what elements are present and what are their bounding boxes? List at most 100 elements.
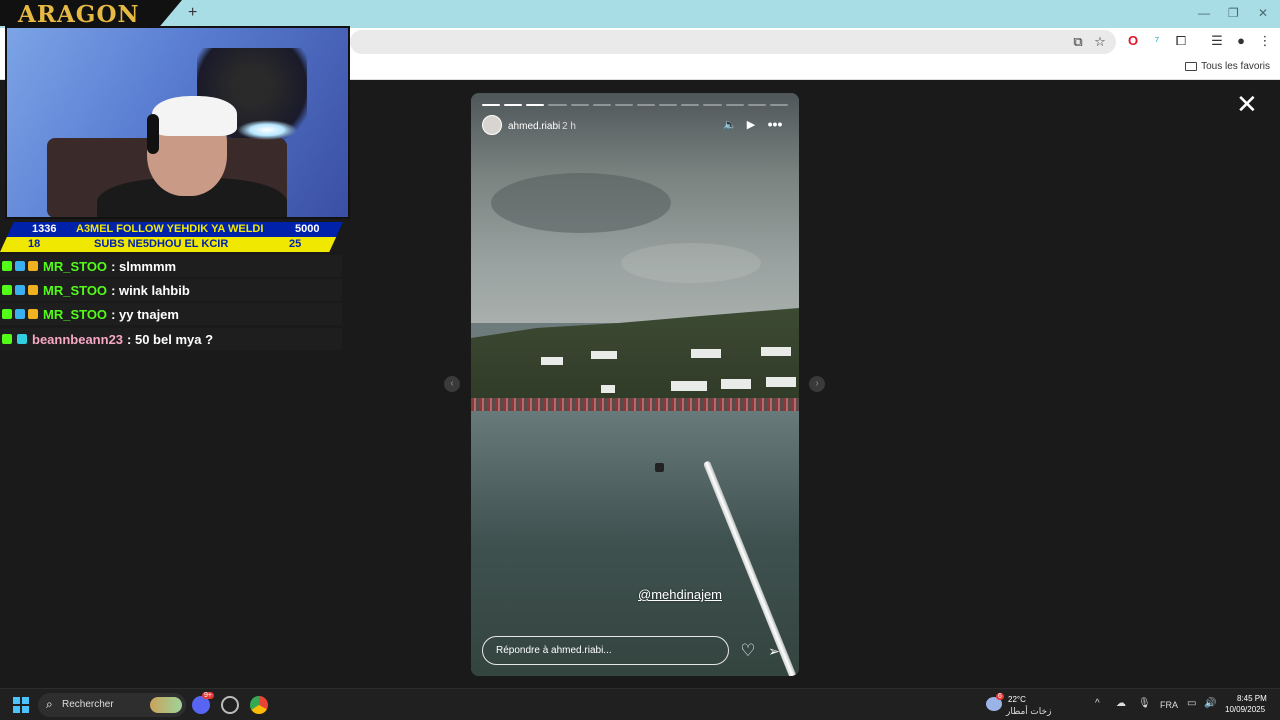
next-story-arrow-icon[interactable]: › bbox=[809, 376, 825, 392]
chat-text: : slmmmm bbox=[111, 258, 177, 274]
search-label: Rechercher bbox=[62, 699, 114, 710]
story-progress-segment bbox=[703, 104, 722, 106]
follow-count: 1336 bbox=[32, 223, 57, 235]
story-beach-crowd bbox=[471, 398, 799, 412]
story-progress-bar bbox=[482, 104, 788, 106]
subs-count: 18 bbox=[28, 238, 41, 250]
kick-badge-icon bbox=[2, 334, 12, 344]
speaker-icon[interactable]: 🔊 bbox=[1204, 698, 1216, 709]
chat-username: MR_STOO bbox=[43, 282, 108, 298]
chat-message: MR_STOO : yy tnajem bbox=[0, 303, 342, 325]
story-progress-segment bbox=[570, 104, 589, 106]
install-app-icon[interactable]: ⧉ bbox=[1070, 34, 1086, 50]
chat-text: : 50 bel mya ? bbox=[127, 331, 214, 347]
more-icon[interactable]: ••• bbox=[766, 117, 784, 131]
weather-description: زخات أمطار bbox=[1006, 706, 1052, 716]
windows-taskbar: ⌕ Rechercher 9+ 6 22°C زخات أمطار ^ ☁ 🎙 … bbox=[0, 688, 1280, 720]
story-house bbox=[591, 351, 617, 359]
all-bookmarks-button[interactable]: Tous les favoris bbox=[1185, 61, 1270, 72]
search-highlight-image bbox=[150, 697, 182, 713]
chrome-icon[interactable] bbox=[250, 696, 268, 714]
weather-alert-badge: 6 bbox=[996, 693, 1004, 700]
story-timestamp: 2 h bbox=[562, 121, 576, 132]
chat-username: beannbeann23 bbox=[32, 331, 124, 347]
stream-logo: ARAGON bbox=[0, 0, 182, 26]
vip-badge-icon bbox=[15, 285, 25, 295]
send-icon[interactable]: ➢ bbox=[765, 642, 783, 660]
chat-text: : wink lahbib bbox=[111, 282, 190, 298]
headset-icon bbox=[147, 114, 159, 154]
story-progress-segment bbox=[747, 104, 766, 106]
play-icon[interactable]: ▶ bbox=[744, 118, 758, 132]
address-bar[interactable]: ⧉ ☆ bbox=[350, 30, 1116, 54]
kick-badge-icon bbox=[2, 261, 12, 271]
onedrive-cloud-icon[interactable]: ☁ bbox=[1116, 698, 1126, 709]
sub-badge-icon bbox=[28, 261, 38, 271]
story-progress-segment bbox=[769, 104, 788, 106]
webcam-feed bbox=[5, 26, 350, 219]
story-cloud bbox=[491, 173, 671, 233]
story-frame[interactable]: ahmed.riabi 2 h 🔈 ▶ ••• @mehdinajem Répo… bbox=[471, 93, 799, 676]
story-progress-segment bbox=[725, 104, 744, 106]
follow-goal-row: 1336 A3MEL FOLLOW YEHDIK YA WELDI 5000 bbox=[0, 222, 343, 237]
chat-text: : yy tnajem bbox=[111, 306, 179, 322]
search-icon: ⌕ bbox=[46, 697, 53, 711]
browser-tab-bar: + — ❐ ✕ bbox=[0, 0, 1280, 28]
taskbar-search[interactable]: ⌕ Rechercher bbox=[38, 693, 186, 717]
story-username[interactable]: ahmed.riabi bbox=[508, 121, 560, 132]
story-house bbox=[601, 385, 615, 393]
translate-extension-icon[interactable]: ⁷ bbox=[1149, 33, 1165, 49]
avatar[interactable] bbox=[482, 115, 502, 135]
story-progress-segment bbox=[526, 104, 545, 106]
clock-date[interactable]: 10/09/2025 bbox=[1225, 705, 1265, 714]
chat-username: MR_STOO bbox=[43, 306, 108, 322]
close-window-icon[interactable]: ✕ bbox=[1258, 6, 1268, 20]
weather-widget[interactable]: 6 22°C زخات أمطار bbox=[986, 693, 1056, 719]
reply-input[interactable]: Répondre à ahmed.riabi... bbox=[482, 636, 729, 665]
discord-notification-badge: 9+ bbox=[202, 692, 214, 699]
previous-story-arrow-icon[interactable]: ‹ bbox=[444, 376, 460, 392]
sub-badge-icon bbox=[28, 285, 38, 295]
opera-extension-icon[interactable]: O bbox=[1125, 33, 1141, 49]
media-control-icon[interactable]: ☰ bbox=[1209, 33, 1225, 49]
follow-goal-text: A3MEL FOLLOW YEHDIK YA WELDI bbox=[76, 223, 264, 235]
chevron-up-icon[interactable]: ^ bbox=[1095, 698, 1100, 709]
profile-icon[interactable]: ● bbox=[1233, 33, 1249, 49]
story-progress-segment bbox=[614, 104, 633, 106]
story-progress-segment bbox=[592, 104, 611, 106]
network-icon[interactable]: ▭ bbox=[1187, 698, 1196, 709]
chat-username: MR_STOO bbox=[43, 258, 108, 274]
story-mention-tag[interactable]: @mehdinajem bbox=[638, 587, 722, 602]
story-cloud bbox=[621, 243, 761, 283]
new-tab-button[interactable]: + bbox=[188, 5, 197, 21]
streamer-cap bbox=[152, 96, 237, 136]
story-house bbox=[541, 357, 563, 365]
extensions-icon[interactable]: ⧠ bbox=[1173, 33, 1189, 49]
bookmark-star-icon[interactable]: ☆ bbox=[1092, 34, 1108, 50]
chat-message: MR_STOO : wink lahbib bbox=[0, 279, 342, 301]
story-progress-segment bbox=[659, 104, 678, 106]
windows-start-icon[interactable] bbox=[13, 697, 29, 713]
story-progress-segment bbox=[482, 104, 501, 106]
weather-temperature: 22°C bbox=[1008, 695, 1026, 704]
story-town bbox=[471, 343, 799, 403]
story-house bbox=[766, 377, 796, 387]
clock-time[interactable]: 8:45 PM bbox=[1237, 694, 1267, 703]
volume-icon[interactable]: 🔈 bbox=[723, 118, 737, 132]
stream-goal-banner: 1336 A3MEL FOLLOW YEHDIK YA WELDI 5000 1… bbox=[0, 222, 343, 252]
language-indicator[interactable]: FRA bbox=[1160, 700, 1178, 710]
menu-icon[interactable]: ⋮ bbox=[1257, 33, 1273, 49]
minimize-icon[interactable]: — bbox=[1198, 6, 1210, 20]
sub-badge-icon bbox=[28, 309, 38, 319]
steam-icon[interactable] bbox=[221, 696, 239, 714]
vip-badge-icon bbox=[15, 309, 25, 319]
subs-goal-text: SUBS NE5DHOU EL KCIR bbox=[94, 238, 229, 250]
close-icon[interactable]: ✕ bbox=[1236, 91, 1258, 117]
heart-icon[interactable]: ♡ bbox=[739, 642, 757, 660]
all-bookmarks-label: Tous les favoris bbox=[1201, 61, 1270, 72]
story-progress-segment bbox=[548, 104, 567, 106]
microphone-icon[interactable]: 🎙 bbox=[1138, 698, 1151, 709]
stream-logo-text: ARAGON bbox=[18, 1, 140, 28]
restore-icon[interactable]: ❐ bbox=[1228, 6, 1239, 20]
chat-message: MR_STOO : slmmmm bbox=[0, 255, 342, 277]
